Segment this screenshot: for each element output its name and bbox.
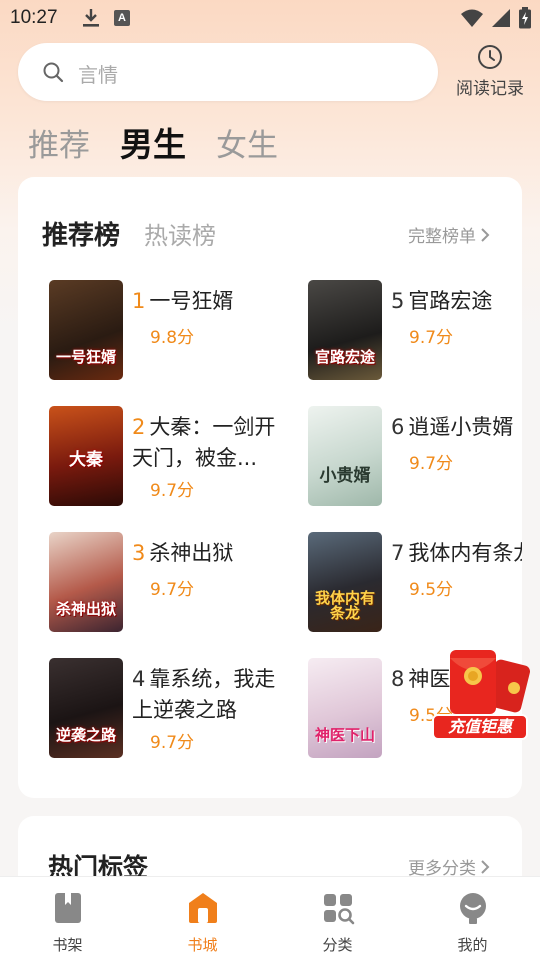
cover-text: 神医下山 <box>314 726 375 745</box>
book-item[interactable]: 小贵婿 6 逍遥小贵婿 9.7分 <box>308 406 518 508</box>
chevron-right-icon <box>481 227 490 242</box>
book-title-text: 逍遥小贵婿 <box>408 415 514 439</box>
search-icon <box>43 62 64 83</box>
book-item[interactable]: 大秦 2 大秦：一剑开天门，被金... 9.7分 <box>49 406 289 516</box>
gender-tabs: 推荐 男生 女生 <box>28 118 278 166</box>
cover-text: 杀神出狱 <box>55 600 116 619</box>
status-time: 10:27 <box>10 7 58 28</box>
book-cover: 我体内有条龙 <box>308 532 382 632</box>
book-cover: 官路宏途 <box>308 280 382 380</box>
status-icons <box>460 7 532 29</box>
book-title-text: 杀神出狱 <box>149 541 234 565</box>
book-title-text: 官路宏途 <box>408 289 493 313</box>
book-cover: 逆袭之路 <box>49 658 123 758</box>
rank-number: 6 <box>391 415 405 439</box>
search-placeholder: 言情 <box>78 63 118 87</box>
book-title: 7 我体内有条龙 <box>391 538 522 569</box>
book-info: 5 官路宏途 9.7分 <box>391 286 516 348</box>
nav-bookshelf[interactable]: 书架 <box>0 877 135 960</box>
cover-text: 一号狂婿 <box>55 348 116 367</box>
nav-category[interactable]: 分类 <box>270 877 405 960</box>
tab-recommend[interactable]: 推荐 <box>28 120 90 165</box>
rank-number: 4 <box>132 667 146 691</box>
reading-history-label: 阅读记录 <box>456 79 524 99</box>
book-title-text: 靠系统，我走上逆袭之路 <box>132 667 276 722</box>
tab-female[interactable]: 女生 <box>216 120 278 165</box>
book-title: 4 靠系统，我走上逆袭之路 <box>132 664 282 726</box>
book-score: 9.7分 <box>150 580 195 600</box>
nav-bookstore[interactable]: 书城 <box>135 877 270 960</box>
book-score: 9.8分 <box>150 328 195 348</box>
tab-recommend-list[interactable]: 推荐榜 <box>42 215 120 252</box>
reading-history-button[interactable]: 阅读记录 <box>450 44 530 104</box>
chevron-right-icon <box>481 859 490 874</box>
book-info: 2 大秦：一剑开天门，被金... 9.7分 <box>132 412 282 501</box>
full-list-link[interactable]: 完整榜单 <box>408 222 490 247</box>
book-title: 6 逍遥小贵婿 <box>391 412 516 443</box>
book-info: 4 靠系统，我走上逆袭之路 9.7分 <box>132 664 282 753</box>
cover-text: 我体内有条龙 <box>314 588 375 623</box>
recharge-promo-label: 充值钜惠 <box>432 714 528 740</box>
book-info: 7 我体内有条龙 9.5分 <box>391 538 522 600</box>
book-info: 1 一号狂婿 9.8分 <box>132 286 282 348</box>
book-title: 2 大秦：一剑开天门，被金... <box>132 412 282 474</box>
book-item[interactable]: 逆袭之路 4 靠系统，我走上逆袭之路 9.7分 <box>49 658 289 760</box>
book-item[interactable]: 我体内有条龙 7 我体内有条龙 9.5分 <box>308 532 522 634</box>
book-info: 3 杀神出狱 9.7分 <box>132 538 282 600</box>
rank-number: 7 <box>391 541 405 565</box>
download-icon <box>83 9 99 27</box>
rank-number: 5 <box>391 289 405 313</box>
profile-icon <box>459 893 486 924</box>
app-notification-icon: A <box>114 10 130 26</box>
book-title-text: 我体内有条龙 <box>408 541 522 565</box>
nav-bookshelf-label: 书架 <box>52 936 83 954</box>
book-cover: 一号狂婿 <box>49 280 123 380</box>
battery-icon <box>519 7 531 29</box>
book-score: 9.5分 <box>409 580 454 600</box>
book-cover: 大秦 <box>49 406 123 506</box>
cover-text: 小贵婿 <box>319 466 371 487</box>
book-title-text: 一号狂婿 <box>149 289 234 313</box>
search-bar[interactable]: 言情 <box>18 43 438 101</box>
book-cover: 神医下山 <box>308 658 382 758</box>
book-score: 9.7分 <box>409 328 454 348</box>
rank-number: 8 <box>391 667 405 691</box>
book-title-text: 大秦：一剑开天门，被金... <box>132 415 276 470</box>
book-item[interactable]: 杀神出狱 3 杀神出狱 9.7分 <box>49 532 289 634</box>
wifi-icon <box>461 9 483 27</box>
rank-number: 3 <box>132 541 146 565</box>
book-item[interactable]: 官路宏途 5 官路宏途 9.7分 <box>308 280 518 382</box>
nav-profile[interactable]: 我的 <box>405 877 540 960</box>
nav-profile-label: 我的 <box>457 936 488 954</box>
book-info: 6 逍遥小贵婿 9.7分 <box>391 412 516 474</box>
recharge-promo-button[interactable]: 充值钜惠 <box>430 648 530 744</box>
bookshelf-icon <box>54 893 81 923</box>
book-title: 1 一号狂婿 <box>132 286 282 317</box>
full-list-label: 完整榜单 <box>408 227 476 247</box>
book-title: 3 杀神出狱 <box>132 538 282 569</box>
rank-number: 2 <box>132 415 146 439</box>
book-cover: 杀神出狱 <box>49 532 123 632</box>
book-score: 9.7分 <box>150 733 195 753</box>
book-title: 5 官路宏途 <box>391 286 516 317</box>
bookstore-icon <box>188 893 217 923</box>
cover-text: 逆袭之路 <box>55 726 116 745</box>
nav-bookstore-label: 书城 <box>187 936 218 954</box>
book-item[interactable]: 一号狂婿 1 一号狂婿 9.8分 <box>49 280 289 382</box>
clock-icon <box>478 45 502 69</box>
tab-male[interactable]: 男生 <box>120 118 186 166</box>
book-score: 9.7分 <box>150 481 195 501</box>
book-cover: 小贵婿 <box>308 406 382 506</box>
signal-icon <box>492 9 510 27</box>
cover-text: 大秦 <box>69 450 103 471</box>
status-bar: 10:27 A <box>0 0 540 36</box>
nav-category-label: 分类 <box>322 936 353 954</box>
ranking-tabs: 推荐榜 热读榜 <box>42 215 216 252</box>
tab-hot-list[interactable]: 热读榜 <box>144 216 216 251</box>
rank-number: 1 <box>132 289 146 313</box>
bottom-navigation: 书架 书城 分类 我的 <box>0 876 540 960</box>
book-score: 9.7分 <box>409 454 454 474</box>
category-icon <box>323 894 354 925</box>
cover-text: 官路宏途 <box>314 348 375 367</box>
